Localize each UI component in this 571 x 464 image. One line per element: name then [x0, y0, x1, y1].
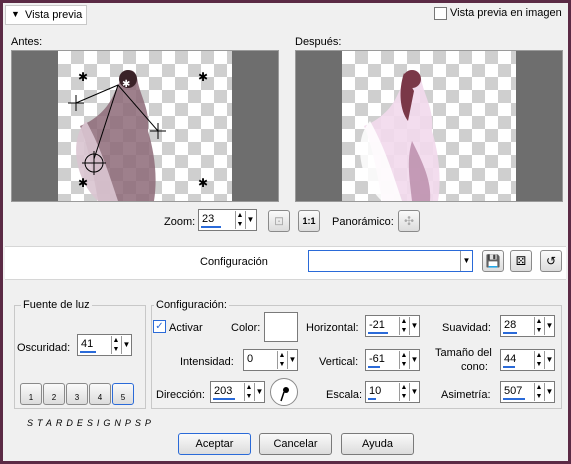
before-preview[interactable]: ✱ ✱ ✱ ✱ ✱	[11, 50, 279, 202]
cancel-button[interactable]: Cancelar	[259, 433, 332, 455]
darkness-stepper[interactable]: ▲ ▼	[111, 336, 120, 354]
vertical-input[interactable]: -61 ▲ ▼ ▼	[365, 349, 420, 371]
scale-stepper[interactable]: ▲ ▼	[399, 383, 408, 401]
help-button[interactable]: Ayuda	[341, 433, 414, 455]
panoramic-label: Panorámico:	[332, 216, 394, 228]
triangle-down-icon: ▼	[11, 9, 20, 19]
settings-preset-select[interactable]: ▼	[308, 250, 473, 272]
chevron-down-icon[interactable]: ▼	[460, 251, 472, 271]
before-image: ✱ ✱ ✱ ✱ ✱	[68, 70, 208, 201]
darkness-dropdown-icon[interactable]: ▼	[121, 336, 131, 354]
light-preset-5[interactable]: 5	[112, 383, 134, 405]
asymmetry-input[interactable]: 507 ▲ ▼ ▼	[500, 381, 555, 403]
horizontal-input[interactable]: -21 ▲ ▼ ▼	[365, 315, 420, 337]
smoothness-label: Suavidad:	[442, 322, 491, 334]
svg-text:✱: ✱	[198, 70, 208, 84]
intensity-stepper[interactable]: ▲ ▼	[277, 351, 286, 369]
light-source-title: Fuente de luz	[21, 299, 92, 311]
vertical-stepper[interactable]: ▲ ▼	[399, 351, 408, 369]
activate-label: Activar	[169, 322, 203, 334]
cone-size-label-line2: cono:	[461, 361, 488, 373]
after-label: Después:	[295, 36, 342, 48]
light-preset-2[interactable]: 2	[43, 383, 65, 405]
after-canvas	[342, 51, 516, 201]
light-preset-1[interactable]: 1	[20, 383, 42, 405]
direction-dropdown-icon[interactable]: ▼	[254, 383, 264, 401]
color-swatch[interactable]	[264, 312, 298, 342]
smoothness-input[interactable]: 28 ▲ ▼ ▼	[500, 315, 555, 337]
asymmetry-label: Asimetría:	[441, 389, 491, 401]
zoom-stepper[interactable]: ▲ ▼	[235, 211, 244, 229]
preview-in-image-label: Vista previa en imagen	[450, 7, 562, 19]
darkness-label: Oscuridad:	[17, 342, 71, 354]
reset-icon[interactable]: ↺	[540, 250, 562, 272]
scale-input[interactable]: 10 ▲ ▼ ▼	[365, 381, 420, 403]
actual-size-button[interactable]: 1:1	[298, 210, 320, 232]
pan-icon[interactable]: ✣	[398, 210, 420, 232]
light-preset-4[interactable]: 4	[89, 383, 111, 405]
cone-size-stepper[interactable]: ▲ ▼	[534, 351, 543, 369]
scale-label: Escala:	[326, 389, 363, 401]
direction-dial[interactable]	[270, 378, 298, 406]
preview-toggle[interactable]: ▼ Vista previa	[5, 5, 87, 25]
svg-text:✱: ✱	[78, 176, 88, 190]
horizontal-dropdown-icon[interactable]: ▼	[409, 317, 419, 335]
intensity-label: Intensidad:	[180, 356, 234, 368]
cone-size-input[interactable]: 44 ▲ ▼ ▼	[500, 349, 555, 371]
horizontal-stepper[interactable]: ▲ ▼	[399, 317, 408, 335]
svg-text:✱: ✱	[78, 70, 88, 84]
direction-stepper[interactable]: ▲ ▼	[244, 383, 253, 401]
intensity-input[interactable]: 0 ▲ ▼ ▼	[243, 349, 298, 371]
smoothness-dropdown-icon[interactable]: ▼	[544, 317, 554, 335]
svg-text:✱: ✱	[122, 79, 130, 90]
vertical-dropdown-icon[interactable]: ▼	[409, 351, 419, 369]
zoom-label: Zoom:	[164, 216, 196, 228]
cone-size-dropdown-icon[interactable]: ▼	[544, 351, 554, 369]
svg-text:✱: ✱	[198, 176, 208, 190]
activate-checkbox[interactable]: ✓	[153, 320, 166, 333]
preview-toggle-label: Vista previa	[25, 9, 83, 21]
settings-label: Configuración	[200, 256, 268, 268]
cone-size-label-line1: Tamaño del	[435, 347, 492, 359]
asymmetry-dropdown-icon[interactable]: ▼	[544, 383, 554, 401]
smoothness-stepper[interactable]: ▲ ▼	[534, 317, 543, 335]
direction-input[interactable]: 203 ▲ ▼ ▼	[210, 381, 265, 403]
zoom-dropdown-icon[interactable]: ▼	[245, 211, 255, 229]
vertical-label: Vertical:	[319, 356, 359, 368]
light-preset-3[interactable]: 3	[66, 383, 88, 405]
watermark: STARDESIGNPSP	[27, 418, 155, 428]
config-title: Configuración:	[154, 299, 229, 311]
scale-dropdown-icon[interactable]: ▼	[409, 383, 419, 401]
intensity-dropdown-icon[interactable]: ▼	[287, 351, 297, 369]
dialog: ▼ Vista previa Vista previa en imagen An…	[3, 3, 568, 461]
darkness-input[interactable]: 41 ▲ ▼ ▼	[77, 334, 132, 356]
horizontal-label: Horizontal:	[306, 322, 359, 334]
zoom-fit-icon[interactable]: ⊡	[268, 210, 290, 232]
direction-label: Dirección:	[156, 389, 205, 401]
random-dice-icon[interactable]: ⚄	[510, 250, 532, 272]
save-preset-icon[interactable]: 💾	[482, 250, 504, 272]
after-image	[360, 70, 440, 201]
zoom-input[interactable]: 23 ▲ ▼ ▼	[198, 209, 257, 231]
after-preview	[295, 50, 563, 202]
preview-in-image-checkbox[interactable]	[434, 7, 447, 20]
direction-dial-icon	[280, 387, 289, 402]
before-canvas: ✱ ✱ ✱ ✱ ✱	[58, 51, 232, 201]
asymmetry-stepper[interactable]: ▲ ▼	[534, 383, 543, 401]
color-label: Color:	[231, 322, 261, 334]
accept-button[interactable]: Aceptar	[178, 433, 251, 455]
before-label: Antes:	[11, 36, 43, 48]
